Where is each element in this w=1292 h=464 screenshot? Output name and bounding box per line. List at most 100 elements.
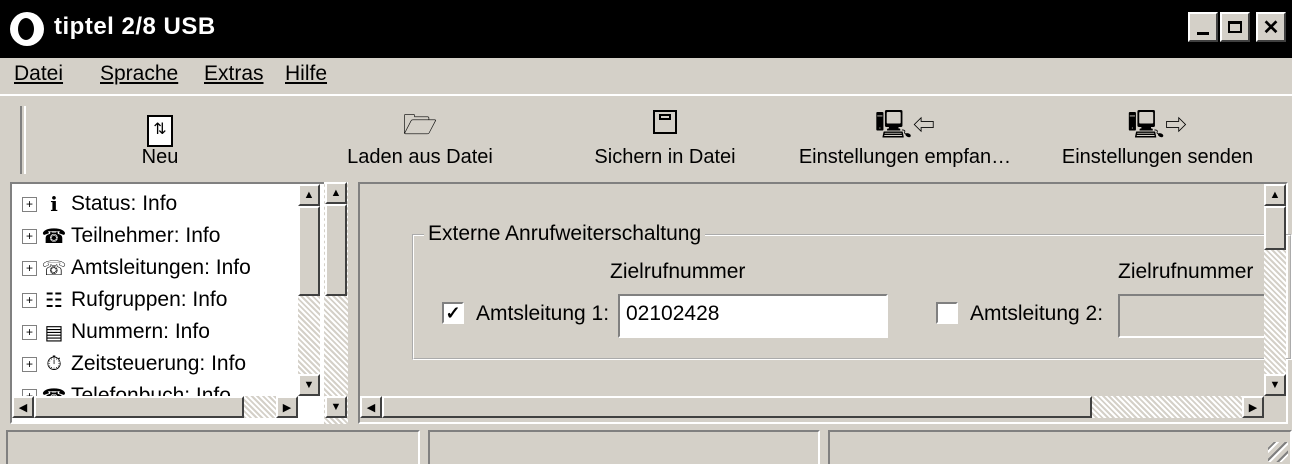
amtsleitung-2-checkbox[interactable] [936, 302, 958, 324]
load-from-file-label: Laden aus Datei [347, 146, 493, 168]
tree-item-rufgruppen[interactable]: + ☷ Rufgruppen: Info [22, 284, 227, 316]
expand-icon[interactable]: + [22, 260, 37, 276]
group-icon: ☷ [45, 289, 63, 312]
scroll-up-arrow-icon[interactable]: ▲ [1264, 184, 1286, 206]
minimize-icon [1197, 31, 1209, 35]
tree-item-label: Nummern: Info [71, 320, 210, 343]
scroll-thumb[interactable] [34, 396, 244, 418]
load-from-file-button[interactable]: 🗁 Laden aus Datei [325, 98, 515, 178]
scroll-up-arrow-icon[interactable]: ▲ [325, 182, 347, 204]
tree-horizontal-scrollbar[interactable]: ◀ ▶ [12, 396, 298, 418]
telephone-icon: ☎ [41, 225, 67, 248]
toolbar-separator [20, 106, 26, 174]
new-button[interactable]: ⇅ Neu [100, 98, 220, 178]
receive-settings-button[interactable]: 🖳⇦ Einstellungen empfan… [785, 98, 1025, 178]
scroll-corner [1264, 396, 1286, 418]
menu-datei-label: Datei [14, 62, 64, 85]
new-document-icon: ⇅ [100, 108, 220, 147]
save-to-file-label: Sichern in Datei [594, 146, 736, 168]
tree-item-label: Teilnehmer: Info [71, 224, 221, 247]
floppy-disk-icon [575, 108, 755, 142]
scroll-thumb[interactable] [382, 396, 1092, 418]
menu-hilfe-label: Hilfe [285, 62, 328, 85]
send-settings-button[interactable]: 🖳⇨ Einstellungen senden [1050, 98, 1265, 178]
tree-item-label: Rufgruppen: Info [71, 288, 228, 311]
tree-view[interactable]: + i Status: Info + ☎ Teilnehmer: Info + … [10, 182, 346, 424]
scroll-down-arrow-icon[interactable]: ▼ [1264, 374, 1286, 396]
menu-sprache[interactable]: Sprache [100, 62, 178, 86]
scroll-up-arrow-icon[interactable]: ▲ [298, 184, 320, 206]
external-forwarding-group: Externe Anrufweiterschaltung Zielrufnumm… [412, 222, 1292, 360]
maximize-button[interactable] [1220, 12, 1250, 42]
tree-item-label: Zeitsteuerung: Info [71, 352, 247, 375]
close-button[interactable]: ✕ [1256, 12, 1286, 42]
resize-grip-icon[interactable] [1268, 442, 1288, 462]
app-logo-icon[interactable] [10, 12, 44, 46]
scroll-down-arrow-icon[interactable]: ▼ [298, 374, 320, 396]
info-icon: i [50, 192, 58, 216]
col1-header: Zielrufnummer [610, 260, 746, 283]
tree-item-telefonbuch[interactable]: + ☎ Telefonbuch: Info [22, 380, 231, 396]
close-icon: ✕ [1262, 16, 1280, 39]
tree-item-teilnehmer[interactable]: + ☎ Teilnehmer: Info [22, 220, 220, 252]
tree-outer-scrollbar[interactable]: ▲ ▼ [324, 182, 348, 424]
save-to-file-button[interactable]: Sichern in Datei [575, 98, 755, 178]
receive-settings-icon: 🖳⇦ [874, 109, 936, 140]
tree-list: + i Status: Info + ☎ Teilnehmer: Info + … [12, 184, 322, 396]
expand-icon[interactable]: + [22, 388, 37, 396]
app-logo-mark [18, 18, 34, 40]
scroll-thumb[interactable] [298, 206, 320, 296]
tree-item-label: Status: Info [71, 192, 178, 215]
expand-icon[interactable]: + [22, 292, 37, 308]
amtsleitung-2-label: Amtsleitung 2: [970, 302, 1104, 325]
window-title: tiptel 2/8 USB [54, 13, 216, 40]
tree-item-label: Amtsleitungen: Info [71, 256, 251, 279]
settings-pane: Externe Anrufweiterschaltung Zielrufnumm… [358, 182, 1292, 424]
scroll-right-arrow-icon[interactable]: ▶ [1242, 396, 1264, 418]
expand-icon[interactable]: + [22, 356, 37, 372]
amtsleitung-1-label: Amtsleitung 1: [476, 302, 610, 325]
tree-item-status[interactable]: + i Status: Info [22, 188, 177, 220]
scroll-left-arrow-icon[interactable]: ◀ [360, 396, 382, 418]
send-settings-icon: 🖳⇨ [1127, 109, 1188, 140]
numbers-icon: ▤ [44, 321, 64, 344]
minimize-button[interactable] [1188, 12, 1218, 42]
col2-header: Zielrufnummer [1118, 260, 1254, 283]
menu-datei[interactable]: Datei [14, 62, 63, 86]
amtsleitung-1-number-input[interactable]: 02102428 [618, 294, 888, 338]
expand-icon[interactable]: + [22, 324, 37, 340]
new-button-label: Neu [141, 146, 179, 168]
tree-vertical-scrollbar[interactable]: ▲ ▼ [298, 184, 320, 396]
title-bar[interactable]: tiptel 2/8 USB ✕ [0, 0, 1292, 58]
status-cell-2 [428, 430, 820, 464]
menu-extras[interactable]: Extras [204, 62, 264, 86]
line-icon: ☏ [41, 257, 67, 280]
menu-sprache-label: Sprache [100, 62, 179, 85]
open-folder-icon: 🗁 [402, 109, 438, 140]
maximize-icon [1228, 21, 1242, 33]
scroll-thumb[interactable] [325, 204, 347, 296]
menu-bar: Datei Sprache Extras Hilfe [0, 58, 1292, 94]
status-cell-1 [6, 430, 420, 464]
tree-item-amtsleitungen[interactable]: + ☏ Amtsleitungen: Info [22, 252, 251, 284]
tree-item-label: Telefonbuch: Info [71, 384, 231, 396]
settings-vertical-scrollbar[interactable]: ▲ ▼ [1264, 184, 1286, 396]
expand-icon[interactable]: + [22, 196, 37, 212]
scroll-down-arrow-icon[interactable]: ▼ [325, 396, 347, 418]
receive-settings-label: Einstellungen empfan… [798, 146, 1012, 168]
scroll-left-arrow-icon[interactable]: ◀ [12, 396, 34, 418]
toolbar: ⇅ Neu 🗁 Laden aus Datei Sichern in Datei… [0, 94, 1292, 180]
scroll-right-arrow-icon[interactable]: ▶ [276, 396, 298, 418]
settings-horizontal-scrollbar[interactable]: ◀ ▶ [360, 396, 1264, 418]
amtsleitung-1-checkbox[interactable]: ✓ [442, 302, 464, 324]
menu-hilfe[interactable]: Hilfe [285, 62, 327, 86]
phonebook-icon: ☎ [41, 384, 67, 397]
send-settings-label: Einstellungen senden [1061, 146, 1254, 168]
expand-icon[interactable]: + [22, 228, 37, 244]
menu-extras-label: Extras [204, 62, 264, 85]
scroll-thumb[interactable] [1264, 206, 1286, 250]
timer-icon: ⏱ [46, 352, 62, 375]
amtsleitung-2-number-input[interactable] [1118, 294, 1278, 338]
tree-item-nummern[interactable]: + ▤ Nummern: Info [22, 316, 210, 348]
tree-item-zeitsteuerung[interactable]: + ⏱ Zeitsteuerung: Info [22, 348, 246, 380]
